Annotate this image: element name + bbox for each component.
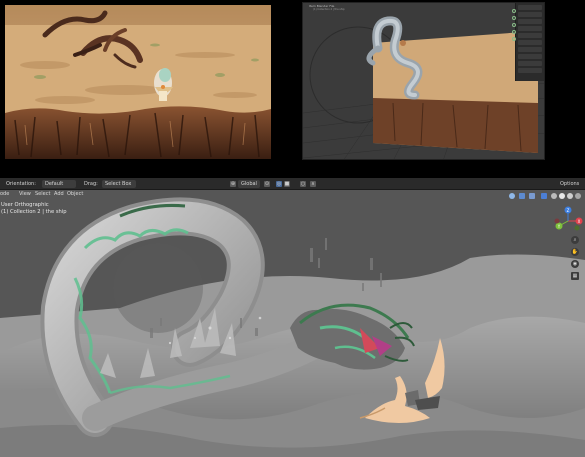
orientation-label: Orientation: (6, 181, 36, 187)
overlay-toggle-icon[interactable] (529, 193, 535, 199)
collection-info-label: (1) Collection 2 | the ship (1, 209, 67, 215)
gizmo-toggle-icon[interactable] (519, 193, 525, 199)
proportional-edit-icon[interactable]: ○ (300, 181, 306, 187)
gizmo-x-label: X (578, 219, 581, 224)
drag-select-dropdown[interactable]: Select Box (102, 180, 136, 188)
viewport-scene[interactable] (0, 178, 585, 457)
shading-solid-icon[interactable] (559, 193, 565, 199)
shading-material-icon[interactable] (567, 193, 573, 199)
anime-reference-image (5, 5, 271, 159)
preview-properties-panel (515, 3, 544, 81)
shading-rendered-icon[interactable] (575, 193, 581, 199)
view-name-label: User Orthographic (1, 202, 49, 208)
gizmo-y-label: Y (557, 224, 561, 229)
preview-gizmo-icon (512, 37, 516, 41)
viewport-menu: ode View Select Add Object (0, 190, 90, 199)
anime-reference-frame (5, 5, 271, 159)
viewport-header: Orientation: Default Drag: Select Box ⊕ … (0, 178, 585, 190)
gizmo-z-label: Z (567, 208, 570, 213)
preview-gizmo-icon (512, 9, 516, 13)
menu-item-add[interactable]: Add (54, 191, 64, 198)
pivot-icon[interactable]: ⊙ (264, 181, 270, 187)
xray-icon[interactable] (541, 193, 547, 199)
drag-label: Drag: (84, 181, 98, 187)
transform-orientation-icon[interactable]: ⊕ (230, 181, 236, 187)
options-dropdown[interactable]: Options (560, 180, 579, 188)
gizmo-neg-x-axis[interactable] (554, 218, 560, 224)
3d-viewport[interactable]: Orientation: Default Drag: Select Box ⊕ … (0, 178, 585, 457)
preview-gizmo-icon (512, 16, 516, 20)
menu-item-object[interactable]: Object (67, 191, 83, 198)
pan-icon[interactable]: ✋ (571, 248, 579, 256)
camera-view-icon[interactable]: ◉ (571, 260, 579, 268)
menu-item-select[interactable]: Select (35, 191, 50, 198)
ortho-toggle-icon[interactable]: ▦ (571, 272, 579, 280)
falloff-icon[interactable]: ∧ (310, 181, 316, 187)
blender-preview-scene (303, 3, 544, 159)
preview-gizmo-icon (512, 30, 516, 34)
menu-item-view[interactable]: View (19, 191, 31, 198)
preview-gizmo-icon (512, 23, 516, 27)
blender-preview-window: Item Blender File (1) Collection 2 | the… (302, 2, 545, 160)
snap-icon[interactable]: ◎ (276, 181, 282, 187)
gizmo-neg-y-axis[interactable] (574, 225, 580, 231)
preview-subtitle: (1) Collection 2 | the ship (313, 8, 345, 11)
snap-target-icon[interactable]: ■ (284, 181, 290, 187)
transform-dropdown[interactable]: Global (238, 180, 260, 188)
zoom-icon[interactable]: ⌕ (571, 236, 579, 244)
orientation-dropdown[interactable]: Default (42, 180, 76, 188)
navigation-gizmo[interactable]: X Z Y (553, 206, 583, 236)
visibility-icon[interactable] (509, 193, 515, 199)
viewport-overlay-tools (509, 192, 581, 202)
mode-menu[interactable]: ode (0, 191, 9, 198)
shading-wireframe-icon[interactable] (551, 193, 557, 199)
reference-area: Item Blender File (1) Collection 2 | the… (0, 0, 585, 178)
